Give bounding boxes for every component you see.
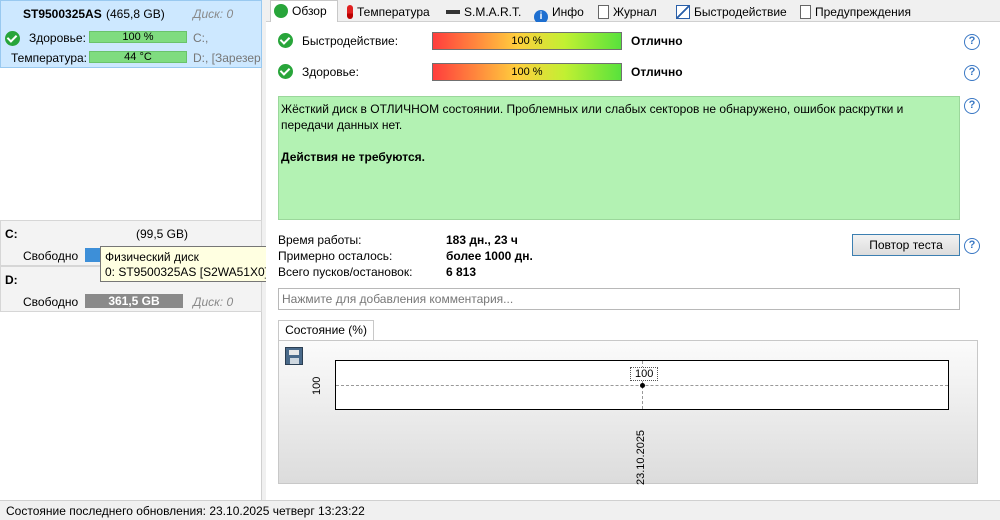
health-label: Здоровье: [302, 65, 359, 79]
temperature-drives: D:, [Зарезер [193, 51, 261, 65]
performance-ok-icon [278, 33, 293, 48]
help-icon[interactable]: ? [964, 238, 980, 254]
uptime-value: 183 дн., 23 ч [446, 233, 518, 247]
tooltip-title: Физический диск [105, 250, 199, 264]
volume-free-label: Свободно [23, 295, 79, 309]
tab-warnings[interactable]: Предупреждения [796, 1, 920, 22]
temperature-bar: 44 °C [89, 51, 187, 63]
health-bar: 100 % [432, 63, 622, 81]
retest-button[interactable]: Повтор теста [852, 234, 960, 256]
disk-number: Диск: 0 [193, 7, 234, 21]
tab-log[interactable]: Журнал [594, 1, 668, 22]
volume-disk-number: Диск: 0 [193, 295, 234, 309]
tab-label: Быстродействие [694, 5, 787, 19]
health-bar: 100 % [89, 31, 187, 43]
performance-rating: Отлично [631, 34, 683, 48]
tooltip: Физический диск 0: ST9500325AS [S2WA51X0… [100, 246, 305, 282]
tooltip-detail: 0: ST9500325AS [S2WA51X0] S-ATA [105, 265, 305, 279]
health-label: Здоровье: [29, 31, 86, 45]
thermometer-icon [347, 5, 353, 19]
performance-label: Быстродействие: [302, 34, 399, 48]
tab-label: Температура [357, 5, 430, 19]
remaining-value: более 1000 дн. [446, 249, 533, 263]
help-icon[interactable]: ? [964, 98, 980, 114]
status-chart-panel: 100 100 23.10.2025 [278, 340, 978, 485]
tab-label: Инфо [552, 5, 584, 19]
tab-status-percent[interactable]: Состояние (%) [278, 320, 374, 341]
status-bar: Состояние последнего обновления: 23.10.2… [0, 500, 1000, 520]
disk-size: (465,8 GB) [106, 7, 165, 21]
tab-overview[interactable]: Обзор [270, 0, 338, 23]
overview-panel: Быстродействие: 100 % Отлично ? Здоровье… [266, 22, 1000, 500]
check-icon [274, 4, 288, 18]
document-icon [598, 5, 609, 19]
data-label: 100 [630, 367, 659, 381]
help-icon[interactable]: ? [964, 34, 980, 50]
temperature-label: Температура: [11, 51, 88, 65]
comment-input[interactable]: Нажмите для добавления комментария... [278, 288, 960, 310]
volume-size: (99,5 GB) [136, 227, 189, 241]
status-message-box: Жёсткий диск в ОТЛИЧНОМ состоянии. Пробл… [278, 96, 960, 220]
tab-info[interactable]: i Инфо [530, 1, 590, 24]
volume-letter: C: [5, 227, 18, 241]
starts-label: Всего пусков/остановок: [278, 265, 413, 279]
performance-bar: 100 % [432, 32, 622, 50]
health-drives: C:, [193, 31, 209, 45]
tab-label: S.M.A.R.T. [464, 5, 522, 19]
health-ok-icon [5, 31, 20, 46]
data-point [640, 383, 645, 388]
document-icon [800, 5, 811, 19]
disk-card[interactable]: ST9500325AS (465,8 GB) Диск: 0 Здоровье:… [0, 0, 262, 68]
status-action: Действия не требуются. [281, 150, 425, 164]
health-rating: Отлично [631, 65, 683, 79]
smart-icon [446, 10, 460, 14]
starts-value: 6 813 [446, 265, 477, 279]
volume-free-bar: 361,5 GB [85, 294, 183, 308]
tab-label: Предупреждения [815, 5, 911, 19]
status-text: Жёсткий диск в ОТЛИЧНОМ состоянии. Пробл… [281, 102, 904, 132]
volume-letter: D: [5, 273, 18, 287]
plot-area: 100 [335, 360, 949, 410]
tab-bar: Обзор Температура S.M.A.R.T. i Инфо Журна… [266, 0, 1000, 24]
disk-model: ST9500325AS [23, 7, 102, 21]
remaining-label: Примерно осталось: [278, 249, 393, 263]
help-icon[interactable]: ? [964, 65, 980, 81]
uptime-label: Время работы: [278, 233, 362, 247]
volume-free-label: Свободно [23, 249, 79, 263]
tab-label: Журнал [613, 5, 657, 19]
tab-temperature[interactable]: Температура [340, 1, 440, 22]
save-icon[interactable] [285, 347, 303, 365]
tab-label: Обзор [292, 4, 327, 18]
tab-smart[interactable]: S.M.A.R.T. [442, 1, 528, 22]
tab-performance[interactable]: Быстродействие [672, 1, 792, 22]
x-tick-label: 23.10.2025 [635, 429, 647, 485]
health-ok-icon [278, 64, 293, 79]
y-tick-label: 100 [311, 376, 323, 395]
graph-icon [676, 5, 690, 19]
